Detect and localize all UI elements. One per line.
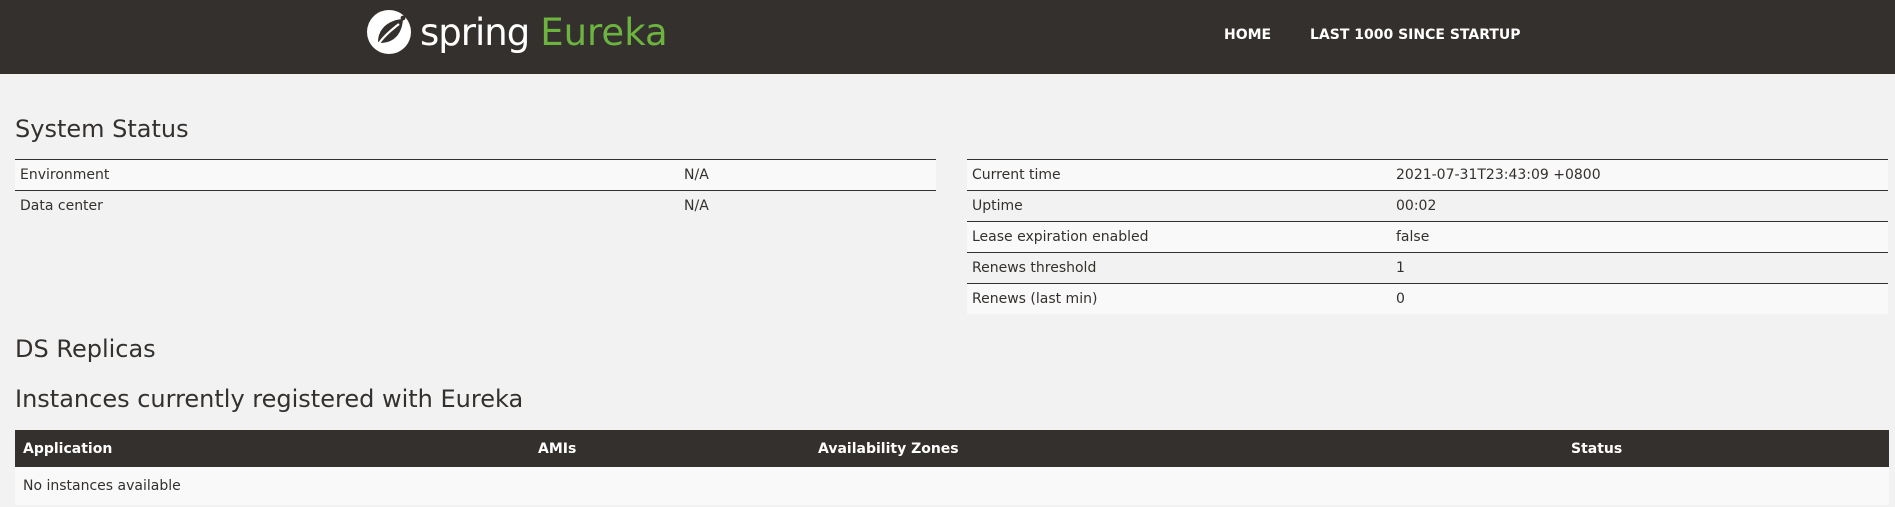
brand-eureka-text: Eureka xyxy=(540,10,668,54)
environment-value: N/A xyxy=(679,159,936,191)
no-instances-message: No instances available xyxy=(15,467,1889,505)
renews-last-min-value: 0 xyxy=(1391,283,1888,314)
renews-threshold-value: 1 xyxy=(1391,252,1888,284)
system-status-right-table: Current time 2021-07-31T23:43:09 +0800 U… xyxy=(967,159,1888,314)
environment-label: Environment xyxy=(15,159,679,191)
data-center-label: Data center xyxy=(15,190,679,221)
brand-spring-text: spring xyxy=(420,10,530,54)
spring-leaf-icon xyxy=(367,10,411,54)
nav-last-1000-link[interactable]: LAST 1000 SINCE STARTUP xyxy=(1310,27,1521,43)
system-status-title: System Status xyxy=(15,115,189,143)
instances-title: Instances currently registered with Eure… xyxy=(15,385,524,413)
ds-replicas-title: DS Replicas xyxy=(15,335,156,363)
top-navbar: spring Eureka HOME LAST 1000 SINCE START… xyxy=(0,0,1895,74)
lease-expiration-value: false xyxy=(1391,221,1888,253)
column-header-status: Status xyxy=(1563,430,1889,467)
table-row: Environment N/A xyxy=(15,159,936,191)
instances-table: Application AMIs Availability Zones Stat… xyxy=(15,430,1889,505)
table-header-row: Application AMIs Availability Zones Stat… xyxy=(15,430,1889,467)
brand-logo-link[interactable]: spring Eureka xyxy=(366,8,668,56)
renews-threshold-label: Renews threshold xyxy=(967,252,1391,284)
table-row: Uptime 00:02 xyxy=(967,190,1888,222)
column-header-application: Application xyxy=(15,430,530,467)
current-time-value: 2021-07-31T23:43:09 +0800 xyxy=(1391,159,1888,191)
column-header-availability-zones: Availability Zones xyxy=(810,430,1563,467)
table-row: Data center N/A xyxy=(15,190,936,221)
nav-home-link[interactable]: HOME xyxy=(1224,27,1271,43)
uptime-label: Uptime xyxy=(967,190,1391,222)
current-time-label: Current time xyxy=(967,159,1391,191)
table-row: Lease expiration enabled false xyxy=(967,221,1888,253)
lease-expiration-label: Lease expiration enabled xyxy=(967,221,1391,253)
system-status-left-table: Environment N/A Data center N/A xyxy=(15,159,936,221)
column-header-amis: AMIs xyxy=(530,430,810,467)
renews-last-min-label: Renews (last min) xyxy=(967,283,1391,314)
table-row: No instances available xyxy=(15,467,1889,505)
table-row: Renews (last min) 0 xyxy=(967,283,1888,314)
uptime-value: 00:02 xyxy=(1391,190,1888,222)
table-row: Renews threshold 1 xyxy=(967,252,1888,284)
table-row: Current time 2021-07-31T23:43:09 +0800 xyxy=(967,159,1888,191)
data-center-value: N/A xyxy=(679,190,936,221)
